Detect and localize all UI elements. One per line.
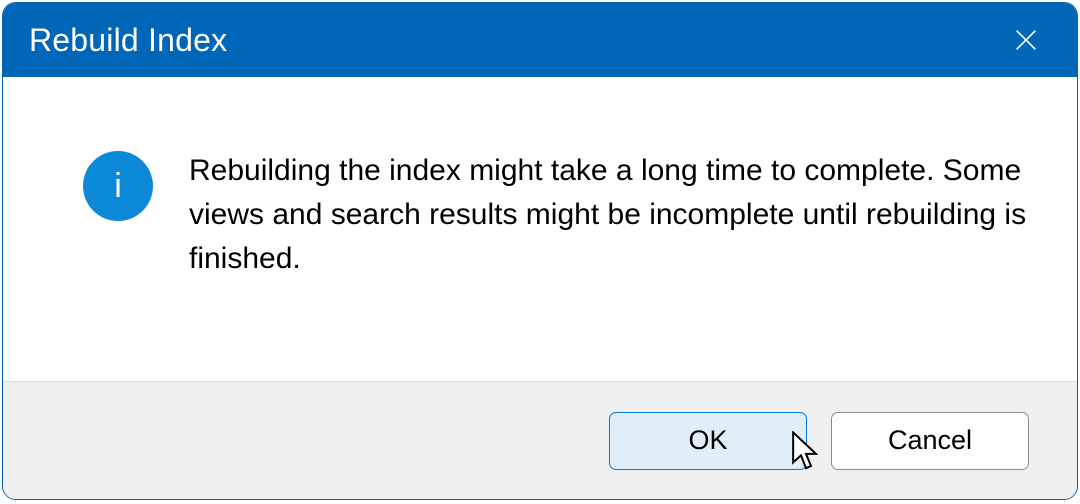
dialog-title: Rebuild Index xyxy=(29,22,227,59)
close-icon xyxy=(1012,26,1040,54)
close-button[interactable] xyxy=(991,3,1061,77)
info-icon: i xyxy=(83,151,153,221)
dialog-message: Rebuilding the index might take a long t… xyxy=(189,149,1029,381)
title-bar: Rebuild Index xyxy=(3,3,1077,77)
dialog-window: Rebuild Index i Rebuilding the index mig… xyxy=(2,2,1078,500)
dialog-footer: OK Cancel xyxy=(3,381,1077,499)
dialog-content: i Rebuilding the index might take a long… xyxy=(3,77,1077,381)
info-glyph: i xyxy=(114,167,122,206)
ok-button[interactable]: OK xyxy=(609,412,807,470)
cancel-button[interactable]: Cancel xyxy=(831,412,1029,470)
